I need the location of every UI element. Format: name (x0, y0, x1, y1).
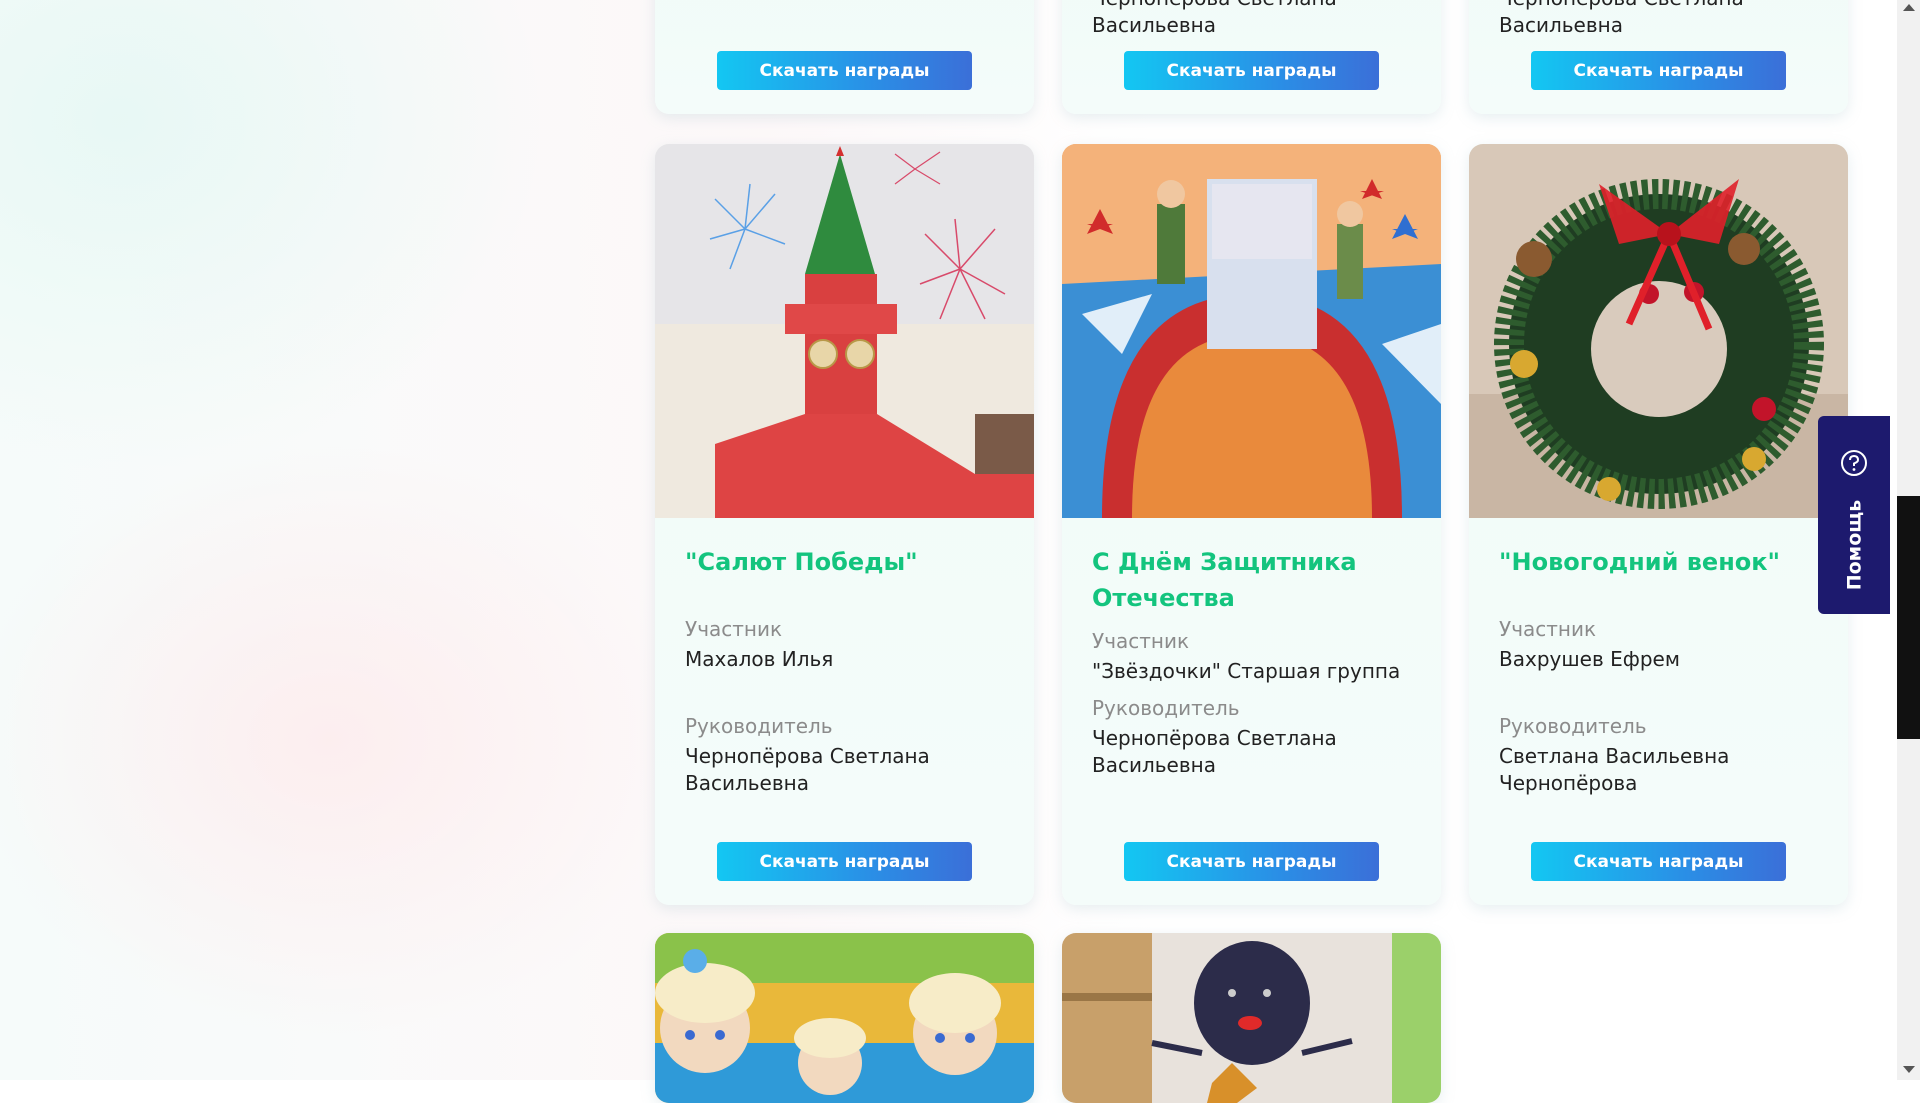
participant-name: Вахрушев Ефрем (1499, 646, 1818, 673)
craft-figure-image (1062, 933, 1441, 1103)
work-card: "Новогодний венок" Участник Вахрушев Ефр… (1469, 144, 1848, 905)
work-image[interactable] (655, 933, 1034, 1103)
scroll-down-icon[interactable] (1903, 1066, 1915, 1073)
work-title[interactable]: С Днём Защитника Отечества (1092, 544, 1411, 616)
help-tab[interactable]: Помощь (1818, 416, 1890, 614)
leader-label: Руководитель (685, 713, 1004, 739)
work-image[interactable] (1062, 144, 1441, 518)
work-title[interactable]: "Салют Победы" (685, 544, 1004, 580)
work-card: С Днём Защитника Отечества Участник "Звё… (1062, 144, 1441, 905)
kremlin-drawing-image (655, 144, 1034, 518)
work-card: "Салют Победы" Участник Махалов Илья Рук… (655, 144, 1034, 905)
work-card (1062, 933, 1441, 1103)
download-awards-button[interactable]: Скачать награды (717, 842, 972, 881)
works-grid: Скачать награды Чернопёрова Светлана Вас… (655, 0, 1849, 1080)
work-card: Скачать награды (655, 0, 1034, 114)
leader-name: Чернопёрова Светлана Васильевна (1092, 725, 1411, 779)
help-label: Помощь (1843, 500, 1865, 591)
defender-day-craft-image (1062, 144, 1441, 518)
download-awards-button[interactable]: Скачать награды (1531, 842, 1786, 881)
leader-label: Руководитель (1092, 695, 1411, 721)
work-card (655, 933, 1034, 1103)
leader-name: Чернопёрова Светлана Васильевна (685, 743, 1004, 797)
dolls-image (655, 933, 1034, 1103)
page-scrollbar[interactable] (1897, 0, 1920, 1080)
work-title[interactable]: "Новогодний венок" (1499, 544, 1818, 580)
work-image[interactable] (655, 144, 1034, 518)
leader-name: Чернопёрова Светлана Васильевна (1499, 0, 1799, 39)
help-bubble-icon (1839, 448, 1869, 478)
work-card: Чернопёрова Светлана Васильевна Скачать … (1469, 0, 1848, 114)
scrollbar-thumb[interactable] (1897, 496, 1920, 739)
work-image[interactable] (1469, 144, 1848, 518)
download-awards-button[interactable]: Скачать награды (717, 51, 972, 90)
new-year-wreath-image (1469, 144, 1848, 518)
work-image[interactable] (1062, 933, 1441, 1103)
download-awards-button[interactable]: Скачать награды (1124, 842, 1379, 881)
leader-name: Чернопёрова Светлана Васильевна (1092, 0, 1392, 39)
participant-label: Участник (1092, 628, 1411, 654)
participant-name: Махалов Илья (685, 646, 1004, 673)
download-awards-button[interactable]: Скачать награды (1124, 51, 1379, 90)
scroll-up-icon[interactable] (1903, 4, 1915, 11)
participant-label: Участник (1499, 616, 1818, 642)
participant-name: "Звёздочки" Старшая группа (1092, 658, 1411, 685)
participant-label: Участник (685, 616, 1004, 642)
download-awards-button[interactable]: Скачать награды (1531, 51, 1786, 90)
work-card: Чернопёрова Светлана Васильевна Скачать … (1062, 0, 1441, 114)
leader-label: Руководитель (1499, 713, 1818, 739)
leader-name: Светлана Васильевна Чернопёрова (1499, 743, 1818, 797)
